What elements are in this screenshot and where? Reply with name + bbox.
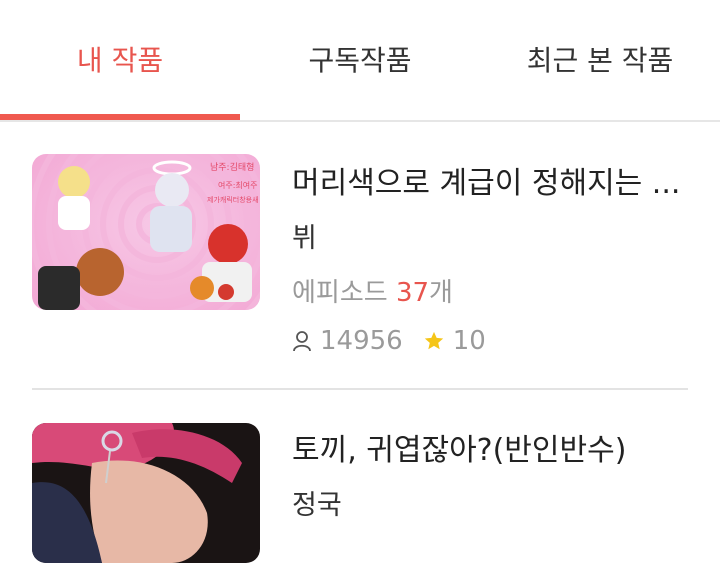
tab-subscribed-works[interactable]: 구독작품 [240,0,480,120]
work-author: 정국 [292,490,342,521]
person-icon [292,330,312,352]
thumbnail-image: 남주:김태형 여주:최여주 제가캐릭터창용새 [32,154,260,310]
list-divider [32,388,688,390]
work-stats: 14956 10 [292,326,486,356]
tab-bar: 내 작품 구독작품 최근 본 작품 [0,0,720,122]
work-author: 뷔 [292,223,317,254]
view-count: 14956 [320,326,403,356]
work-title[interactable]: 토끼, 귀엽잖아?(반인반수) [292,425,626,469]
thumbnail-image [32,423,260,563]
work-list-item[interactable]: 남주:김태형 여주:최여주 제가캐릭터창용새 머리색으로 계급이 정해지는 ..… [32,154,688,374]
episode-count-number: 37 [395,278,430,308]
thumbnail-caption-1: 남주:김태형 [210,161,254,173]
tab-my-works-label: 내 작품 [76,44,164,77]
active-tab-indicator [0,114,240,120]
tab-recently-viewed[interactable]: 최근 본 작품 [480,0,720,120]
work-thumbnail[interactable]: 남주:김태형 여주:최여주 제가캐릭터창용새 [32,154,260,310]
episode-count-prefix: 에피소드 [292,278,388,308]
work-list-item[interactable]: 토끼, 귀엽잖아?(반인반수) 정국 [32,423,688,563]
tab-recently-viewed-label: 최근 본 작품 [526,44,674,77]
work-title[interactable]: 머리색으로 계급이 정해지는 ... [292,158,680,202]
tab-my-works[interactable]: 내 작품 [0,0,240,120]
work-thumbnail[interactable] [32,423,260,563]
thumbnail-caption-3: 제가캐릭터창용새 [207,195,259,204]
thumbnail-caption-2: 여주:최여주 [218,180,258,190]
episode-count-suffix: 개 [429,278,453,308]
star-icon [423,330,445,352]
tab-subscribed-works-label: 구독작품 [308,44,412,77]
episode-count: 에피소드 37개 [292,272,453,309]
star-count: 10 [452,326,486,356]
